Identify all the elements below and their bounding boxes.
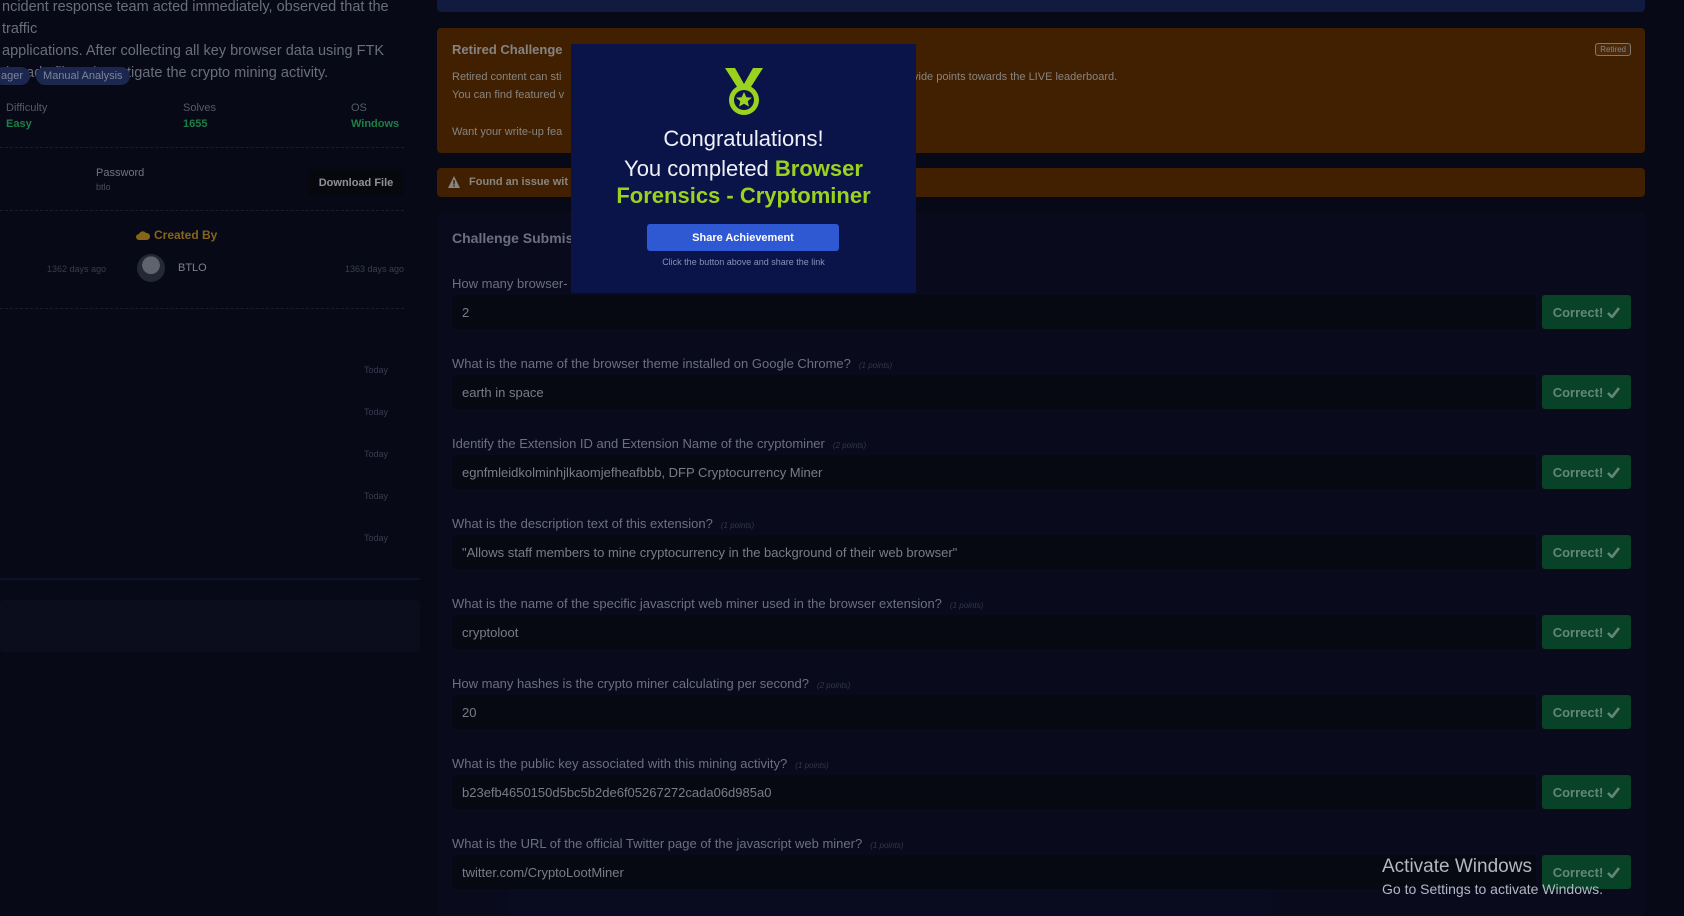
activate-windows-title: Activate Windows [1382, 856, 1532, 877]
share-achievement-button[interactable]: Share Achievement [647, 224, 839, 251]
achievement-modal: Congratulations! You completed Browser F… [571, 44, 916, 293]
challenge-name: Forensics - Cryptominer [616, 183, 871, 208]
share-hint: Click the button above and share the lin… [662, 257, 825, 267]
challenge-name: Browser [774, 156, 863, 181]
activate-windows-subtitle: Go to Settings to activate Windows. [1382, 881, 1603, 897]
congrats-heading: Congratulations! [663, 126, 824, 151]
completed-prefix: You completed [624, 156, 775, 181]
completion-message: You completed Browser Forensics - Crypto… [571, 155, 916, 209]
medal-icon [725, 68, 763, 115]
